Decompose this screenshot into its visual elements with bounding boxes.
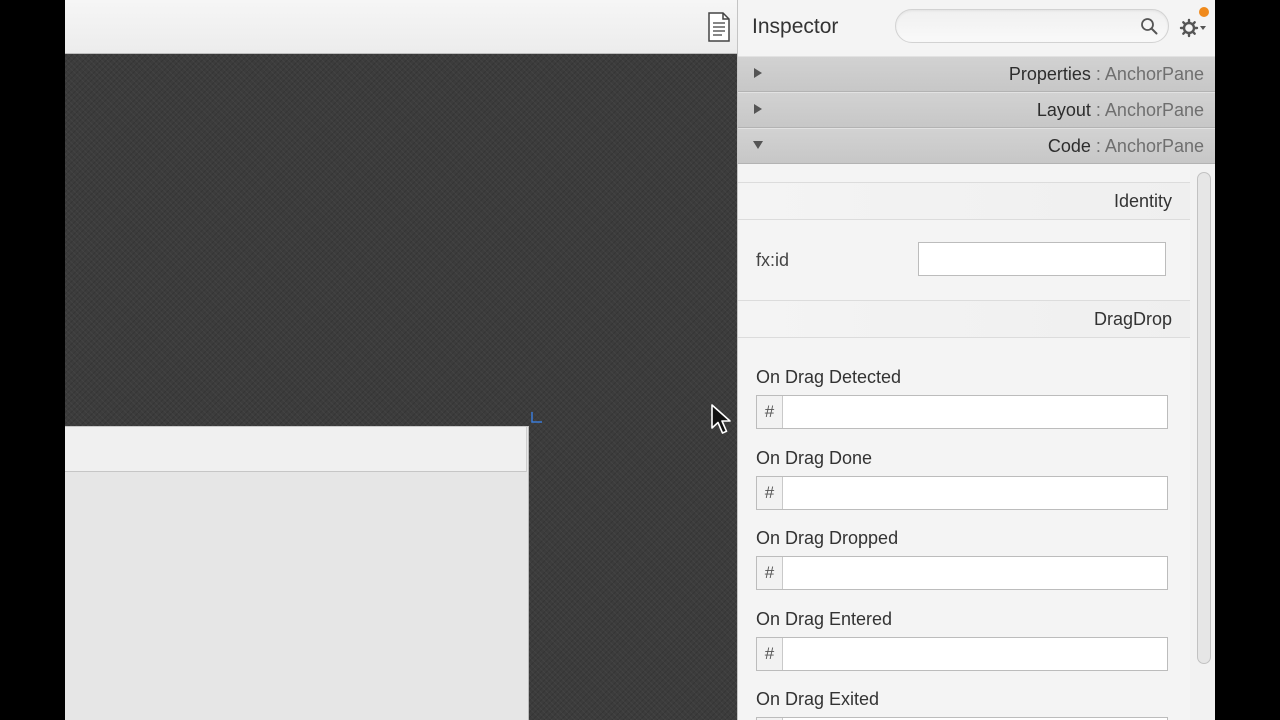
on-drag-dropped-input[interactable] bbox=[784, 557, 1166, 591]
scene-builder-window: Inspector Properties: AnchorPane Layout… bbox=[65, 0, 1215, 720]
section-layout[interactable]: Layout : AnchorPane bbox=[738, 92, 1215, 128]
on-drag-entered-input[interactable] bbox=[784, 638, 1166, 672]
hash-prefix: # bbox=[757, 477, 783, 509]
chevron-down-icon bbox=[1200, 26, 1206, 30]
inspector-scrollbar[interactable] bbox=[1190, 164, 1215, 720]
on-drag-detected-input[interactable] bbox=[784, 396, 1166, 430]
group-header-label: DragDrop bbox=[1093, 309, 1172, 329]
section-title: Properties : AnchorPane bbox=[1008, 64, 1204, 84]
on-drag-detected-label: On Drag Detected bbox=[756, 367, 902, 387]
code-section-body: Identity fx:id DragDrop On Drag Detected… bbox=[738, 164, 1191, 720]
chevron-right-icon bbox=[754, 68, 762, 78]
hash-prefix: # bbox=[757, 396, 783, 428]
on-drag-done-label: On Drag Done bbox=[756, 448, 873, 468]
chevron-right-icon bbox=[754, 104, 762, 114]
group-header-identity: Identity bbox=[738, 182, 1190, 220]
inspector-title: Inspector bbox=[752, 15, 839, 38]
on-drag-dropped-label: On Drag Dropped bbox=[756, 528, 899, 548]
on-drag-entered-label: On Drag Entered bbox=[756, 609, 893, 629]
chevron-down-icon bbox=[753, 141, 763, 149]
on-drag-exited-label: On Drag Exited bbox=[756, 689, 880, 709]
inspector-search-box[interactable] bbox=[895, 9, 1169, 43]
section-code[interactable]: Code : AnchorPane bbox=[738, 128, 1215, 164]
on-drag-dropped-field[interactable]: # bbox=[756, 556, 1168, 591]
section-title: Layout : AnchorPane bbox=[1036, 100, 1204, 120]
search-icon[interactable] bbox=[1140, 17, 1158, 35]
gear-icon[interactable] bbox=[1179, 16, 1209, 38]
section-properties[interactable]: Properties : AnchorPane bbox=[738, 56, 1215, 92]
inspector-header: Inspector bbox=[738, 0, 1215, 55]
inspector-search-input[interactable] bbox=[910, 15, 1124, 39]
inspector-panel: Inspector Properties: AnchorPane Layout… bbox=[737, 0, 1215, 720]
fxid-field[interactable] bbox=[918, 242, 1166, 276]
on-drag-entered-field[interactable]: # bbox=[756, 637, 1168, 672]
anchor-pane-header bbox=[65, 427, 527, 472]
section-title: Code : AnchorPane bbox=[1047, 136, 1204, 156]
mouse-cursor-icon bbox=[711, 404, 731, 434]
group-header-label: Identity bbox=[1113, 191, 1172, 211]
scrollbar-thumb[interactable] bbox=[1197, 172, 1211, 664]
on-drag-done-field[interactable]: # bbox=[756, 476, 1168, 511]
document-icon[interactable] bbox=[706, 12, 732, 42]
fxid-label: fx:id bbox=[756, 250, 790, 270]
on-drag-done-input[interactable] bbox=[784, 477, 1166, 511]
hash-prefix: # bbox=[757, 557, 783, 589]
on-drag-detected-field[interactable]: # bbox=[756, 395, 1168, 430]
editor-area bbox=[65, 0, 737, 720]
anchor-pane[interactable] bbox=[65, 426, 529, 720]
notification-badge bbox=[1199, 7, 1209, 17]
selection-handle[interactable] bbox=[530, 410, 544, 424]
editor-toolbar bbox=[65, 0, 737, 54]
group-header-dragdrop: DragDrop bbox=[738, 300, 1190, 338]
design-canvas[interactable] bbox=[65, 54, 737, 720]
hash-prefix: # bbox=[757, 638, 783, 670]
